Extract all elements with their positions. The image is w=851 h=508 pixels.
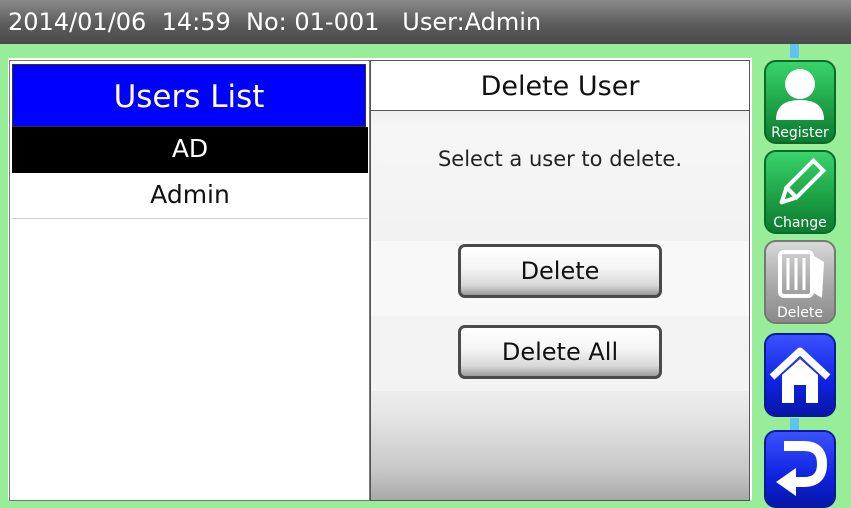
frame-bottom [0, 500, 851, 508]
status-bar: 2014/01/06 14:59 No: 01-001 User:Admin [0, 0, 851, 44]
home-button[interactable] [764, 333, 836, 417]
users-list-title: Users List [12, 64, 366, 127]
status-time: 14:59 [161, 8, 231, 36]
user-row-ad[interactable]: AD [12, 127, 368, 173]
register-label: Register [771, 125, 829, 141]
users-list-panel: Users List AD Admin [9, 60, 370, 501]
delete-user-panel: Delete User Select a user to delete. Del… [370, 60, 750, 501]
delete-user-title: Delete User [371, 61, 749, 111]
back-button[interactable] [764, 430, 836, 508]
register-button[interactable]: Register [764, 60, 836, 144]
delete-button[interactable]: Delete [458, 244, 662, 298]
status-user: User:Admin [402, 8, 542, 36]
frame-left [0, 44, 8, 508]
status-date: 2014/01/06 [8, 8, 147, 36]
change-button[interactable]: Change [764, 150, 836, 234]
user-row-admin[interactable]: Admin [12, 173, 368, 219]
delete-nav-label: Delete [777, 305, 823, 321]
home-icon [769, 347, 831, 403]
strip-tick [790, 44, 799, 58]
delete-all-button[interactable]: Delete All [458, 325, 662, 379]
delete-prompt: Select a user to delete. [437, 147, 683, 171]
return-arrow-icon [776, 441, 828, 496]
delete-nav-button[interactable]: Delete [764, 240, 836, 324]
status-number: No: 01-001 [246, 8, 380, 36]
frame-top [0, 44, 851, 58]
change-label: Change [773, 215, 827, 231]
